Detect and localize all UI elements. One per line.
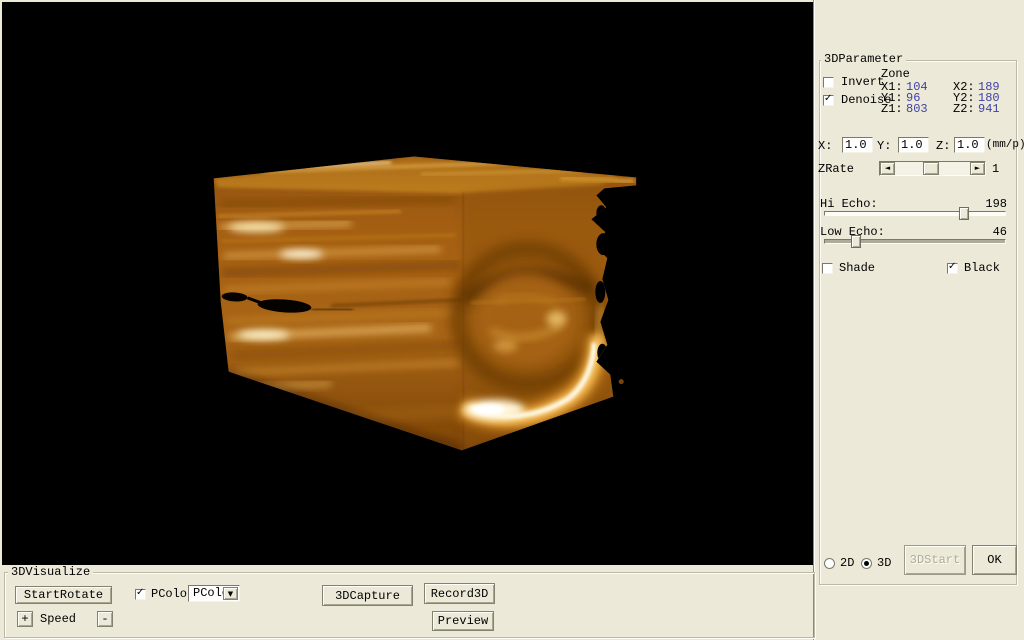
zrate-scroll-left-button[interactable]: ◄ (880, 162, 895, 175)
pcolor-dropdown-button[interactable]: ▼ (223, 587, 238, 600)
zone-z1-value: 803 (906, 103, 928, 115)
zrate-scroll-thumb[interactable] (923, 162, 939, 175)
check-icon: ✓ (948, 261, 956, 272)
low-echo-value: 46 (980, 226, 1007, 238)
arrow-left-icon: ◄ (885, 165, 890, 172)
shade-label: Shade (839, 262, 875, 274)
mode-2d-label: 2D (840, 557, 854, 569)
invert-label: Invert (841, 76, 884, 88)
black-checkbox[interactable]: ✓ (947, 263, 958, 274)
y-scale-input[interactable] (898, 137, 929, 153)
scale-unit-label: (mm/p) (986, 139, 1024, 151)
record-3d-button[interactable]: Record3D (424, 583, 495, 604)
chevron-down-icon: ▼ (228, 590, 233, 598)
check-icon: ✓ (136, 587, 144, 598)
app-window: { "colors": { "panel_bg": "#ece9d8", "vi… (0, 0, 1024, 640)
denoise-checkbox[interactable]: ✓ (823, 95, 834, 106)
zone-title: Zone (881, 68, 910, 80)
volume-3d-render (2, 2, 814, 565)
mode-3d-label: 3D (877, 557, 891, 569)
capture-3d-button[interactable]: 3DCapture (322, 585, 413, 606)
hi-echo-value: 198 (980, 198, 1007, 210)
arrow-right-icon: ► (975, 165, 980, 172)
z-scale-label: Z: (936, 140, 950, 152)
x-scale-input[interactable] (842, 137, 873, 153)
hi-echo-label: Hi Echo: (820, 198, 878, 210)
start-rotate-button[interactable]: StartRotate (15, 586, 112, 604)
speed-label: Speed (40, 613, 76, 625)
hi-echo-slider-track[interactable] (824, 211, 1006, 216)
speed-minus-button[interactable]: - (97, 611, 113, 627)
y-scale-label: Y: (877, 140, 891, 152)
mode-2d-radio[interactable] (824, 558, 835, 569)
pcolor-dropdown[interactable]: PColor ▼ (188, 585, 240, 602)
render-viewport[interactable] (2, 2, 814, 565)
mode-3d-radio[interactable] (861, 558, 872, 569)
pcolor-checkbox[interactable]: ✓ (135, 589, 146, 600)
zone-z2-value: 941 (978, 103, 1000, 115)
zrate-scrollbar[interactable]: ◄ ► (879, 161, 986, 176)
ok-button[interactable]: OK (972, 545, 1017, 575)
z-scale-input[interactable] (954, 137, 985, 153)
speed-plus-button[interactable]: + (17, 611, 33, 627)
parameter-group-title: 3DParameter (821, 53, 906, 65)
radio-dot (864, 561, 869, 566)
black-label: Black (964, 262, 1000, 274)
check-icon: ✓ (824, 93, 832, 104)
zone-z2-label: Z2: (953, 103, 975, 115)
invert-checkbox[interactable] (823, 77, 834, 88)
x-scale-label: X: (818, 140, 832, 152)
preview-button[interactable]: Preview (432, 611, 494, 631)
zrate-value: 1 (992, 163, 999, 175)
shade-checkbox[interactable] (822, 263, 833, 274)
low-echo-slider-thumb[interactable] (851, 235, 861, 248)
zrate-scroll-right-button[interactable]: ► (970, 162, 985, 175)
hi-echo-slider-thumb[interactable] (959, 207, 969, 220)
visualize-group-title: 3DVisualize (8, 566, 93, 578)
start-3d-button[interactable]: 3DStart (904, 545, 966, 575)
zone-z1-label: Z1: (881, 103, 903, 115)
zrate-label: ZRate (818, 163, 854, 175)
